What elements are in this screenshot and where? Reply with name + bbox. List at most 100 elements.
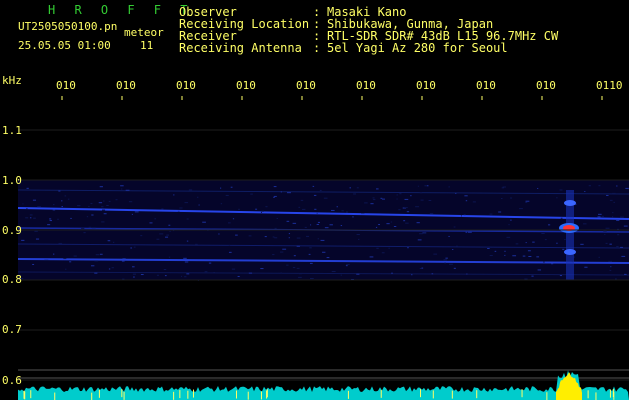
noise-speck [310,224,312,226]
noise-speck [556,197,558,199]
noise-speck [417,239,422,241]
noise-speck [404,207,408,209]
noise-speck [376,247,379,249]
noise-speck [261,210,264,212]
noise-speck [61,206,63,208]
noise-speck [128,201,133,203]
noise-speck [381,198,385,200]
noise-speck [282,248,287,250]
noise-speck [164,275,167,277]
noise-speck [304,226,307,228]
noise-speck [101,206,104,208]
noise-speck [188,189,193,191]
noise-speck [133,276,135,278]
noise-speck [37,206,41,208]
power-spike [24,391,26,400]
noise-speck [346,211,349,213]
noise-speck [329,224,333,226]
noise-speck [364,202,368,204]
noise-speck [510,219,512,221]
noise-speck [49,220,53,222]
noise-speck [309,262,313,264]
noise-speck [610,266,612,268]
x-tick-label: 010 [296,79,316,92]
noise-speck [302,208,306,210]
noise-speck [604,233,606,235]
noise-speck [606,194,609,196]
noise-speck [455,192,457,194]
noise-speck [103,200,105,202]
noise-speck [52,253,55,255]
noise-speck [309,278,314,280]
power-spike [91,392,93,400]
noise-speck [444,262,446,264]
noise-speck [548,224,551,226]
noise-speck [73,255,77,257]
x-tick-label: 010 [536,79,556,92]
noise-speck [453,267,456,269]
noise-speck [186,240,189,242]
noise-speck [52,209,56,211]
noise-speck [264,236,267,238]
noise-speck [584,266,588,268]
noise-speck [598,256,600,258]
power-spike [420,389,422,398]
noise-speck [506,236,511,238]
x-tick-marks [61,96,603,100]
noise-speck [428,200,432,202]
power-spike [121,389,123,398]
noise-speck [376,188,379,190]
noise-speck [463,214,466,216]
noise-speck [466,273,468,275]
noise-speck [625,187,629,189]
noise-speck [322,251,326,253]
noise-speck [323,197,328,199]
noise-speck [372,197,375,199]
noise-speck [346,263,350,265]
power-spike [179,390,181,399]
noise-speck [336,206,338,208]
noise-speck [532,241,535,243]
x-tick-label: 010 [476,79,496,92]
noise-speck [238,208,240,210]
noise-speck [180,275,182,277]
noise-speck [416,222,420,224]
noise-speck [453,226,456,228]
noise-speck [296,245,300,247]
noise-speck [186,273,190,275]
noise-speck [564,238,566,240]
noise-speck [424,185,427,187]
noise-speck [286,192,291,194]
noise-speck [620,216,624,218]
noise-speck [419,233,423,235]
noise-speck [94,260,99,262]
noise-speck [621,255,626,257]
power-spike [613,391,615,400]
noise-speck [504,250,506,252]
noise-speck [504,254,506,256]
noise-speck [489,213,493,215]
power-spike [235,390,237,399]
noise-speck [184,276,187,278]
info-sep: : [313,41,321,55]
noise-speck [70,217,72,219]
noise-speck [612,216,614,218]
y-tick-label: 1.0 [2,174,22,187]
noise-speck [559,275,563,277]
noise-speck [120,185,124,187]
noise-speck [140,274,144,276]
x-tick-label: 010 [56,79,76,92]
noise-speck [286,264,289,266]
power-spike [521,389,523,398]
noise-speck [541,232,545,234]
noise-speck [81,228,85,230]
noise-speck [319,189,322,191]
noise-speck [106,205,109,207]
noise-speck [237,275,240,277]
noise-speck [132,266,135,268]
noise-speck [26,208,28,210]
noise-speck [44,259,49,261]
noise-speck [125,189,130,191]
noise-speck [580,243,584,245]
info-value: 5el Yagi Az 280 for Seoul [327,41,508,55]
